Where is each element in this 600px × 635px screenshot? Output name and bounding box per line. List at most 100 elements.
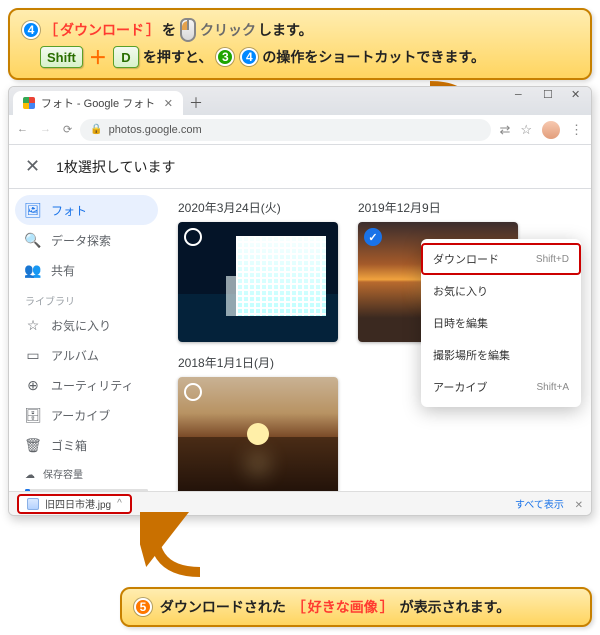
step-number-3: 3 [216,48,234,66]
menu-label: お気に入り [433,283,488,299]
menu-item-edit-datetime[interactable]: 日時を編集 [421,307,581,339]
sidebar-item-explore[interactable]: 🔍 データ探索 [15,225,158,255]
search-icon: 🔍 [25,232,41,248]
key-d: D [113,46,139,68]
sidebar-item-sharing[interactable]: 👥 共有 [15,255,158,285]
browser-window: ─ ☐ ✕ フォト - Google フォト ✕ ＋ ← → ⟳ 🔒 photo… [8,86,592,516]
star-icon[interactable]: ☆ [520,122,532,138]
selection-header: ✕ 1枚選択しています [9,145,591,189]
instruction-line-1: 4 ［ ダウンロード ］ を クリック します。 [20,18,580,42]
step-number-5: 5 [134,598,152,616]
back-button[interactable]: ← [17,123,28,136]
lock-icon: 🔒 [90,124,102,135]
tab-favicon-icon [23,97,35,109]
selection-close-icon[interactable]: ✕ [25,156,40,177]
close-shelf-icon[interactable]: ✕ [575,500,583,511]
menu-icon[interactable]: ⋮ [570,122,583,138]
bracket-close: ］ [380,597,394,617]
sidebar-label: アルバム [51,347,99,364]
text-suffix: が表示されます。 [396,597,511,617]
sidebar-section-label: ライブラリ [15,285,158,310]
album-icon: ▭ [25,347,41,363]
window-controls: ─ ☐ ✕ [515,91,583,103]
menu-item-download[interactable]: ダウンロード Shift+D [421,243,581,275]
url-field[interactable]: 🔒 photos.google.com [80,119,491,141]
translate-icon[interactable]: ⇄ [499,122,510,138]
menu-shortcut: Shift+D [536,254,569,265]
menu-label: アーカイブ [433,379,487,395]
sidebar-item-photos[interactable]: 🖼 フォト [15,195,158,225]
sidebar-label: ユーティリティ [51,377,134,394]
show-all-downloads[interactable]: すべて表示 [515,500,564,511]
photo-thumbnail-harbor[interactable] [178,377,338,491]
bracket-close: ］ [146,20,160,40]
max-button[interactable]: ☐ [543,91,555,103]
tab-close-icon[interactable]: ✕ [164,97,173,110]
sidebar-item-trash[interactable]: 🗑 ゴミ箱 [15,430,158,460]
bracket-open: ［ [292,597,306,617]
menu-label: ダウンロード [433,251,499,267]
date-heading: 2020年3月24日(火) [178,199,338,216]
download-chip[interactable]: 旧四日市港.jpg ^ [17,494,132,514]
sidebar-label: フォト [51,202,87,219]
text-click: クリック [200,20,256,40]
archive-icon: 🗄 [25,407,41,423]
context-menu: ダウンロード Shift+D お気に入り 日時を編集 撮影場所を編集 アーカイブ… [421,239,581,407]
selection-count-text: 1枚選択しています [56,157,175,177]
download-filename: 旧四日市港.jpg [45,496,111,511]
instruction-box-top: 4 ［ ダウンロード ］ を クリック します。 Shift ＋ D を押すと、… [8,8,592,80]
utility-icon: ⊕ [25,377,41,393]
date-heading: 2019年12月9日 [358,199,518,216]
instruction-line-2: Shift ＋ D を押すと、 3 4 の操作をショートカットできます。 [38,46,580,68]
sidebar-item-favorites[interactable]: ☆ お気に入り [15,310,158,340]
key-shift: Shift [40,46,83,68]
profile-avatar[interactable] [542,121,560,139]
sidebar-item-archive[interactable]: 🗄 アーカイブ [15,400,158,430]
reload-button[interactable]: ⟳ [63,123,72,136]
keyword-image: 好きな画像 [308,597,378,617]
forward-button[interactable]: → [40,123,51,136]
text-mid1: を押すと、 [143,47,212,67]
menu-label: 撮影場所を編集 [433,347,510,363]
menu-item-archive[interactable]: アーカイブ Shift+A [421,371,581,403]
people-icon: 👥 [25,262,41,278]
mouse-icon [180,18,196,42]
step-number-4: 4 [22,21,40,39]
sidebar-item-albums[interactable]: ▭ アルバム [15,340,158,370]
download-shelf: 旧四日市港.jpg ^ すべて表示 ✕ [9,491,591,515]
menu-label: 日時を編集 [433,315,488,331]
sidebar: 🖼 フォト 🔍 データ探索 👥 共有 ライブラリ ☆ お気に入り ▭ アルバム … [9,189,164,491]
instruction-box-bottom: 5 ダウンロードされた ［ 好きな画像 ］ が表示されます。 [120,587,592,627]
sidebar-label: 共有 [51,262,75,279]
photo-thumbnail-factory[interactable] [178,222,338,342]
select-circle-checked-icon[interactable] [364,228,382,246]
sidebar-item-utilities[interactable]: ⊕ ユーティリティ [15,370,158,400]
select-circle-icon[interactable] [184,228,202,246]
url-text: photos.google.com [109,124,202,136]
select-circle-icon[interactable] [184,383,202,401]
star-icon: ☆ [25,317,41,333]
sidebar-label: お気に入り [51,317,111,334]
close-button[interactable]: ✕ [571,91,583,103]
menu-shortcut: Shift+A [536,382,569,393]
text-prefix: ダウンロードされた [156,597,290,617]
menu-item-favorite[interactable]: お気に入り [421,275,581,307]
min-button[interactable]: ─ [515,91,527,103]
plus-icon: ＋ [89,48,107,66]
active-tab[interactable]: フォト - Google フォト ✕ [13,91,183,115]
bracket-open: ［ [44,20,58,40]
keyword-download: ダウンロード [60,20,144,40]
text-end2: の操作をショートカットできます。 [262,47,485,67]
text-end1: します。 [258,20,313,40]
chevron-up-icon: ^ [117,498,122,509]
menu-item-edit-location[interactable]: 撮影場所を編集 [421,339,581,371]
text-wo: を [162,20,176,40]
new-tab-button[interactable]: ＋ [189,93,203,113]
file-icon [27,498,39,510]
storage-label: 保存容量 [43,468,83,483]
step-number-4b: 4 [240,48,258,66]
trash-icon: 🗑 [25,437,41,453]
sidebar-label: ゴミ箱 [51,437,87,454]
cloud-icon: ☁ [25,468,35,483]
tab-title: フォト - Google フォト [41,95,154,111]
